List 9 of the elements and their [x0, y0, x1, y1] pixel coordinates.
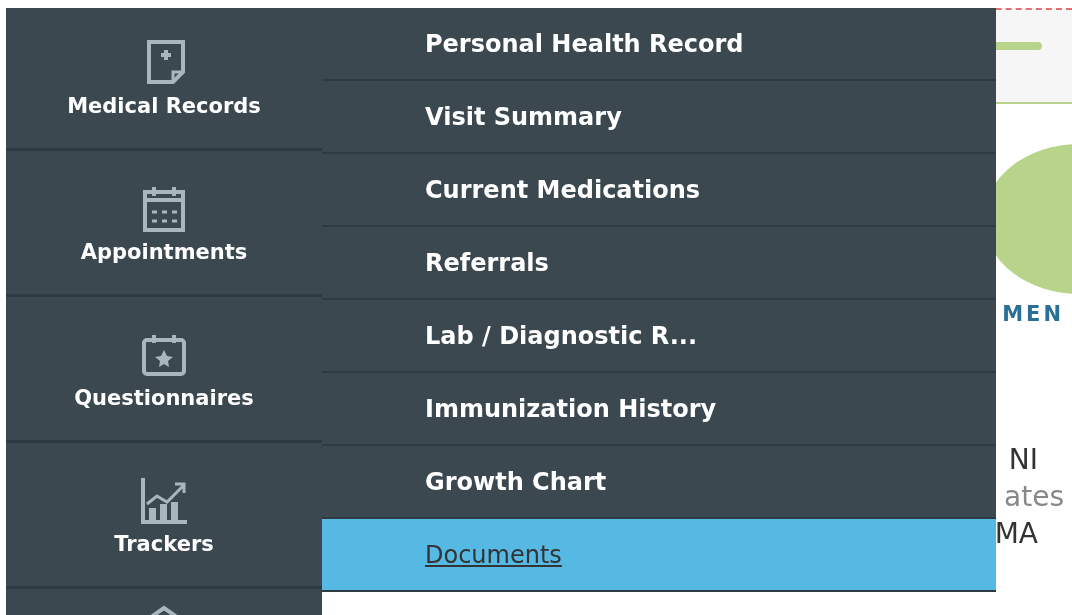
page-text: ates: [1004, 479, 1064, 515]
menu-item[interactable]: Documents: [322, 519, 996, 592]
page-text: NI: [1008, 442, 1038, 478]
sidebar-item-label: Trackers: [114, 532, 214, 556]
sidebar-item-label: Appointments: [80, 240, 248, 264]
section-heading: MEN: [1002, 302, 1064, 326]
sidebar-item-label: Questionnaires: [74, 386, 254, 410]
page-text: MA: [994, 516, 1038, 552]
sidebar-item-label: Medical Records: [67, 94, 261, 118]
